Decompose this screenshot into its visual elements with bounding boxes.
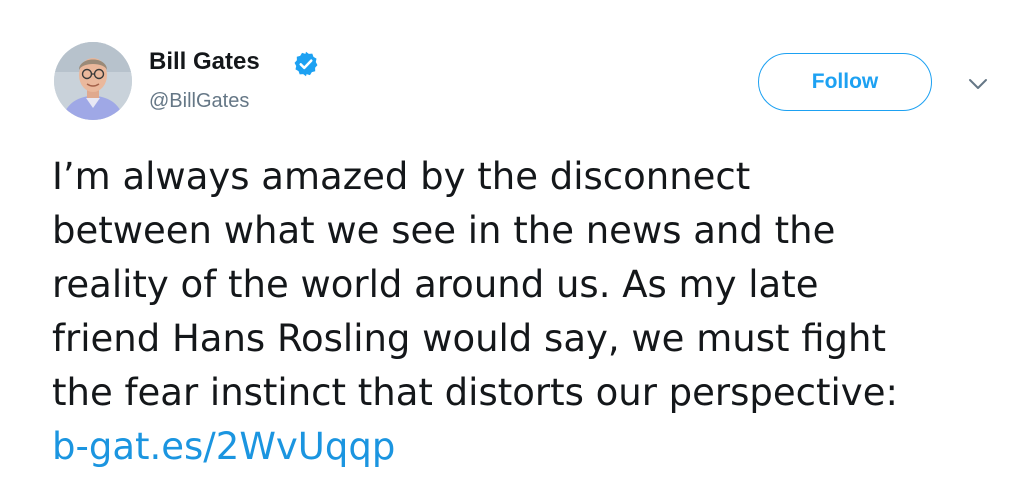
- follow-button[interactable]: Follow: [758, 53, 932, 111]
- tweet-text-line: between what we see in the news and the: [52, 209, 836, 252]
- avatar[interactable]: [54, 42, 132, 120]
- tweet-link[interactable]: b-gat.es/2WvUqqp: [52, 420, 1002, 474]
- tweet-text-line: friend Hans Rosling would say, we must f…: [52, 317, 886, 360]
- chevron-down-icon[interactable]: [967, 76, 989, 92]
- verified-badge-icon: [292, 50, 320, 78]
- tweet-card: Bill Gates @BillGates Follow I’m always …: [0, 0, 1024, 479]
- tweet-text-line: I’m always amazed by the disconnect: [52, 155, 751, 198]
- tweet-text: I’m always amazed by the disconnect betw…: [52, 150, 1002, 474]
- avatar-photo-icon: [54, 42, 132, 120]
- tweet-text-line: reality of the world around us. As my la…: [52, 263, 819, 306]
- author-name[interactable]: Bill Gates: [149, 48, 260, 76]
- author-handle[interactable]: @BillGates: [149, 90, 249, 113]
- tweet-text-line: the fear instinct that distorts our pers…: [52, 371, 898, 414]
